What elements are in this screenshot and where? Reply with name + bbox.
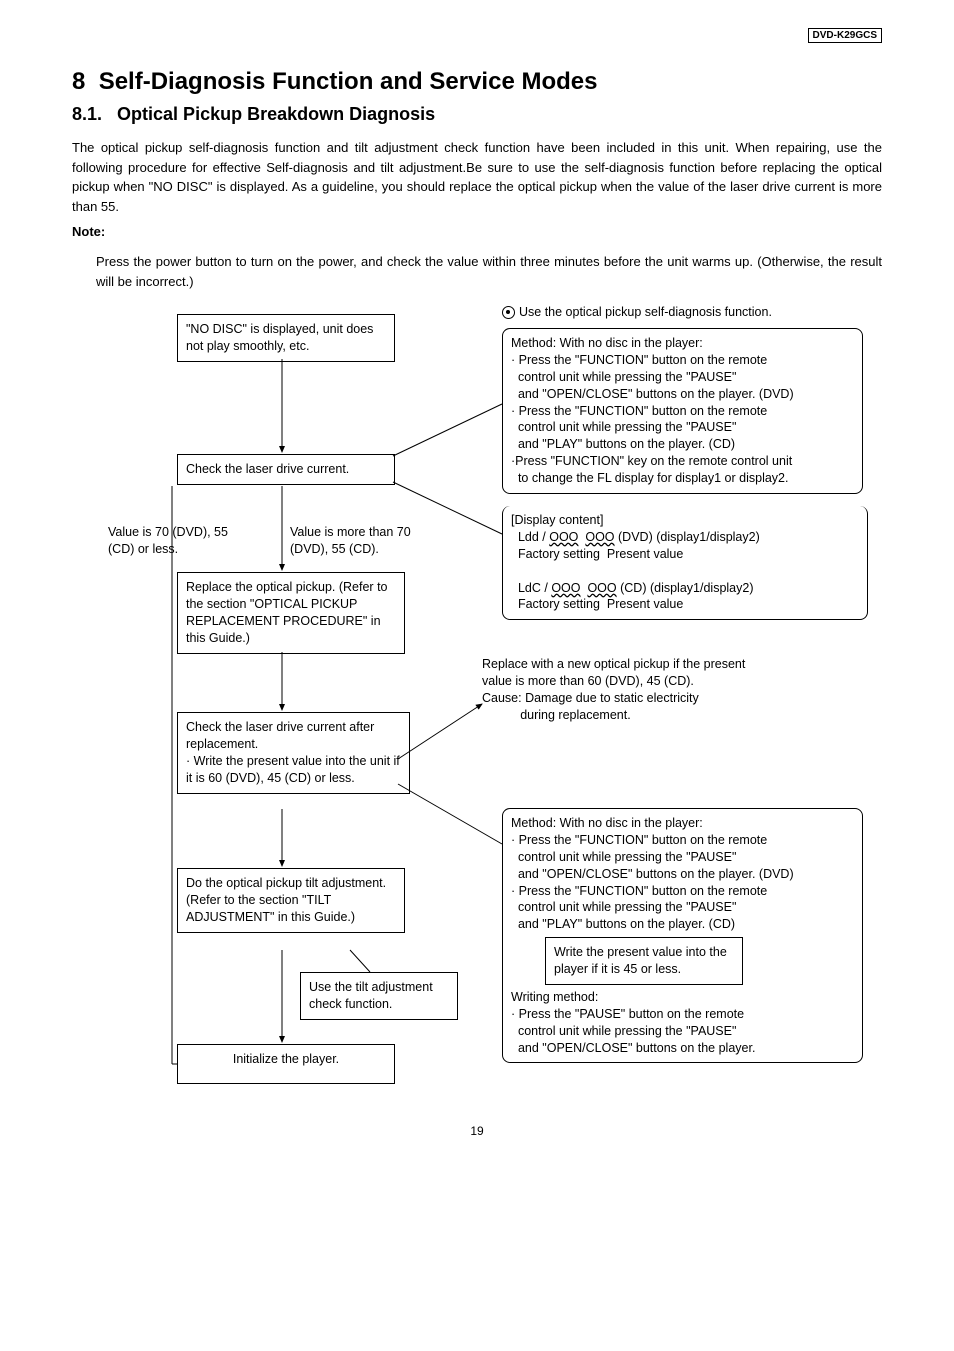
flow-diagram: "NO DISC" is displayed, unit does not pl… (72, 304, 882, 1104)
note-text: Press the power button to turn on the po… (96, 252, 882, 291)
box-display: [Display content] Ldd / OOO OOO (DVD) (d… (502, 506, 868, 620)
label-value-low: Value is 70 (DVD), 55 (CD) or less. (108, 524, 238, 558)
box-tilt: Do the optical pickup tilt adjustment. (… (177, 868, 405, 933)
box-write-value: Write the present value into the player … (545, 937, 743, 985)
page-title: 8 Self-Diagnosis Function and Service Mo… (72, 68, 882, 96)
bullet-icon (502, 306, 515, 319)
box-initialize: Initialize the player. (177, 1044, 395, 1084)
box-method1: Method: With no disc in the player: · Pr… (502, 328, 863, 494)
label-value-high: Value is more than 70 (DVD), 55 (CD). (290, 524, 425, 558)
box-check-after: Check the laser drive current after repl… (177, 712, 410, 794)
model-tag: DVD-K29GCS (808, 28, 882, 43)
subsection-title: 8.1. Optical Pickup Breakdown Diagnosis (72, 104, 882, 125)
intro-paragraph: The optical pickup self-diagnosis functi… (72, 138, 882, 216)
box-method2: Method: With no disc in the player: · Pr… (502, 808, 863, 1063)
label-replace-if: Replace with a new optical pickup if the… (482, 656, 822, 724)
box-check-current: Check the laser drive current. (177, 454, 395, 485)
box-no-disc: "NO DISC" is displayed, unit does not pl… (177, 314, 395, 362)
note-label: Note: (72, 224, 882, 239)
box-tilt-fn: Use the tilt adjustment check function. (300, 972, 458, 1020)
label-use-fn: Use the optical pickup self-diagnosis fu… (502, 304, 772, 321)
page-number: 19 (72, 1124, 882, 1138)
box-replace-pickup: Replace the optical pickup. (Refer to th… (177, 572, 405, 654)
